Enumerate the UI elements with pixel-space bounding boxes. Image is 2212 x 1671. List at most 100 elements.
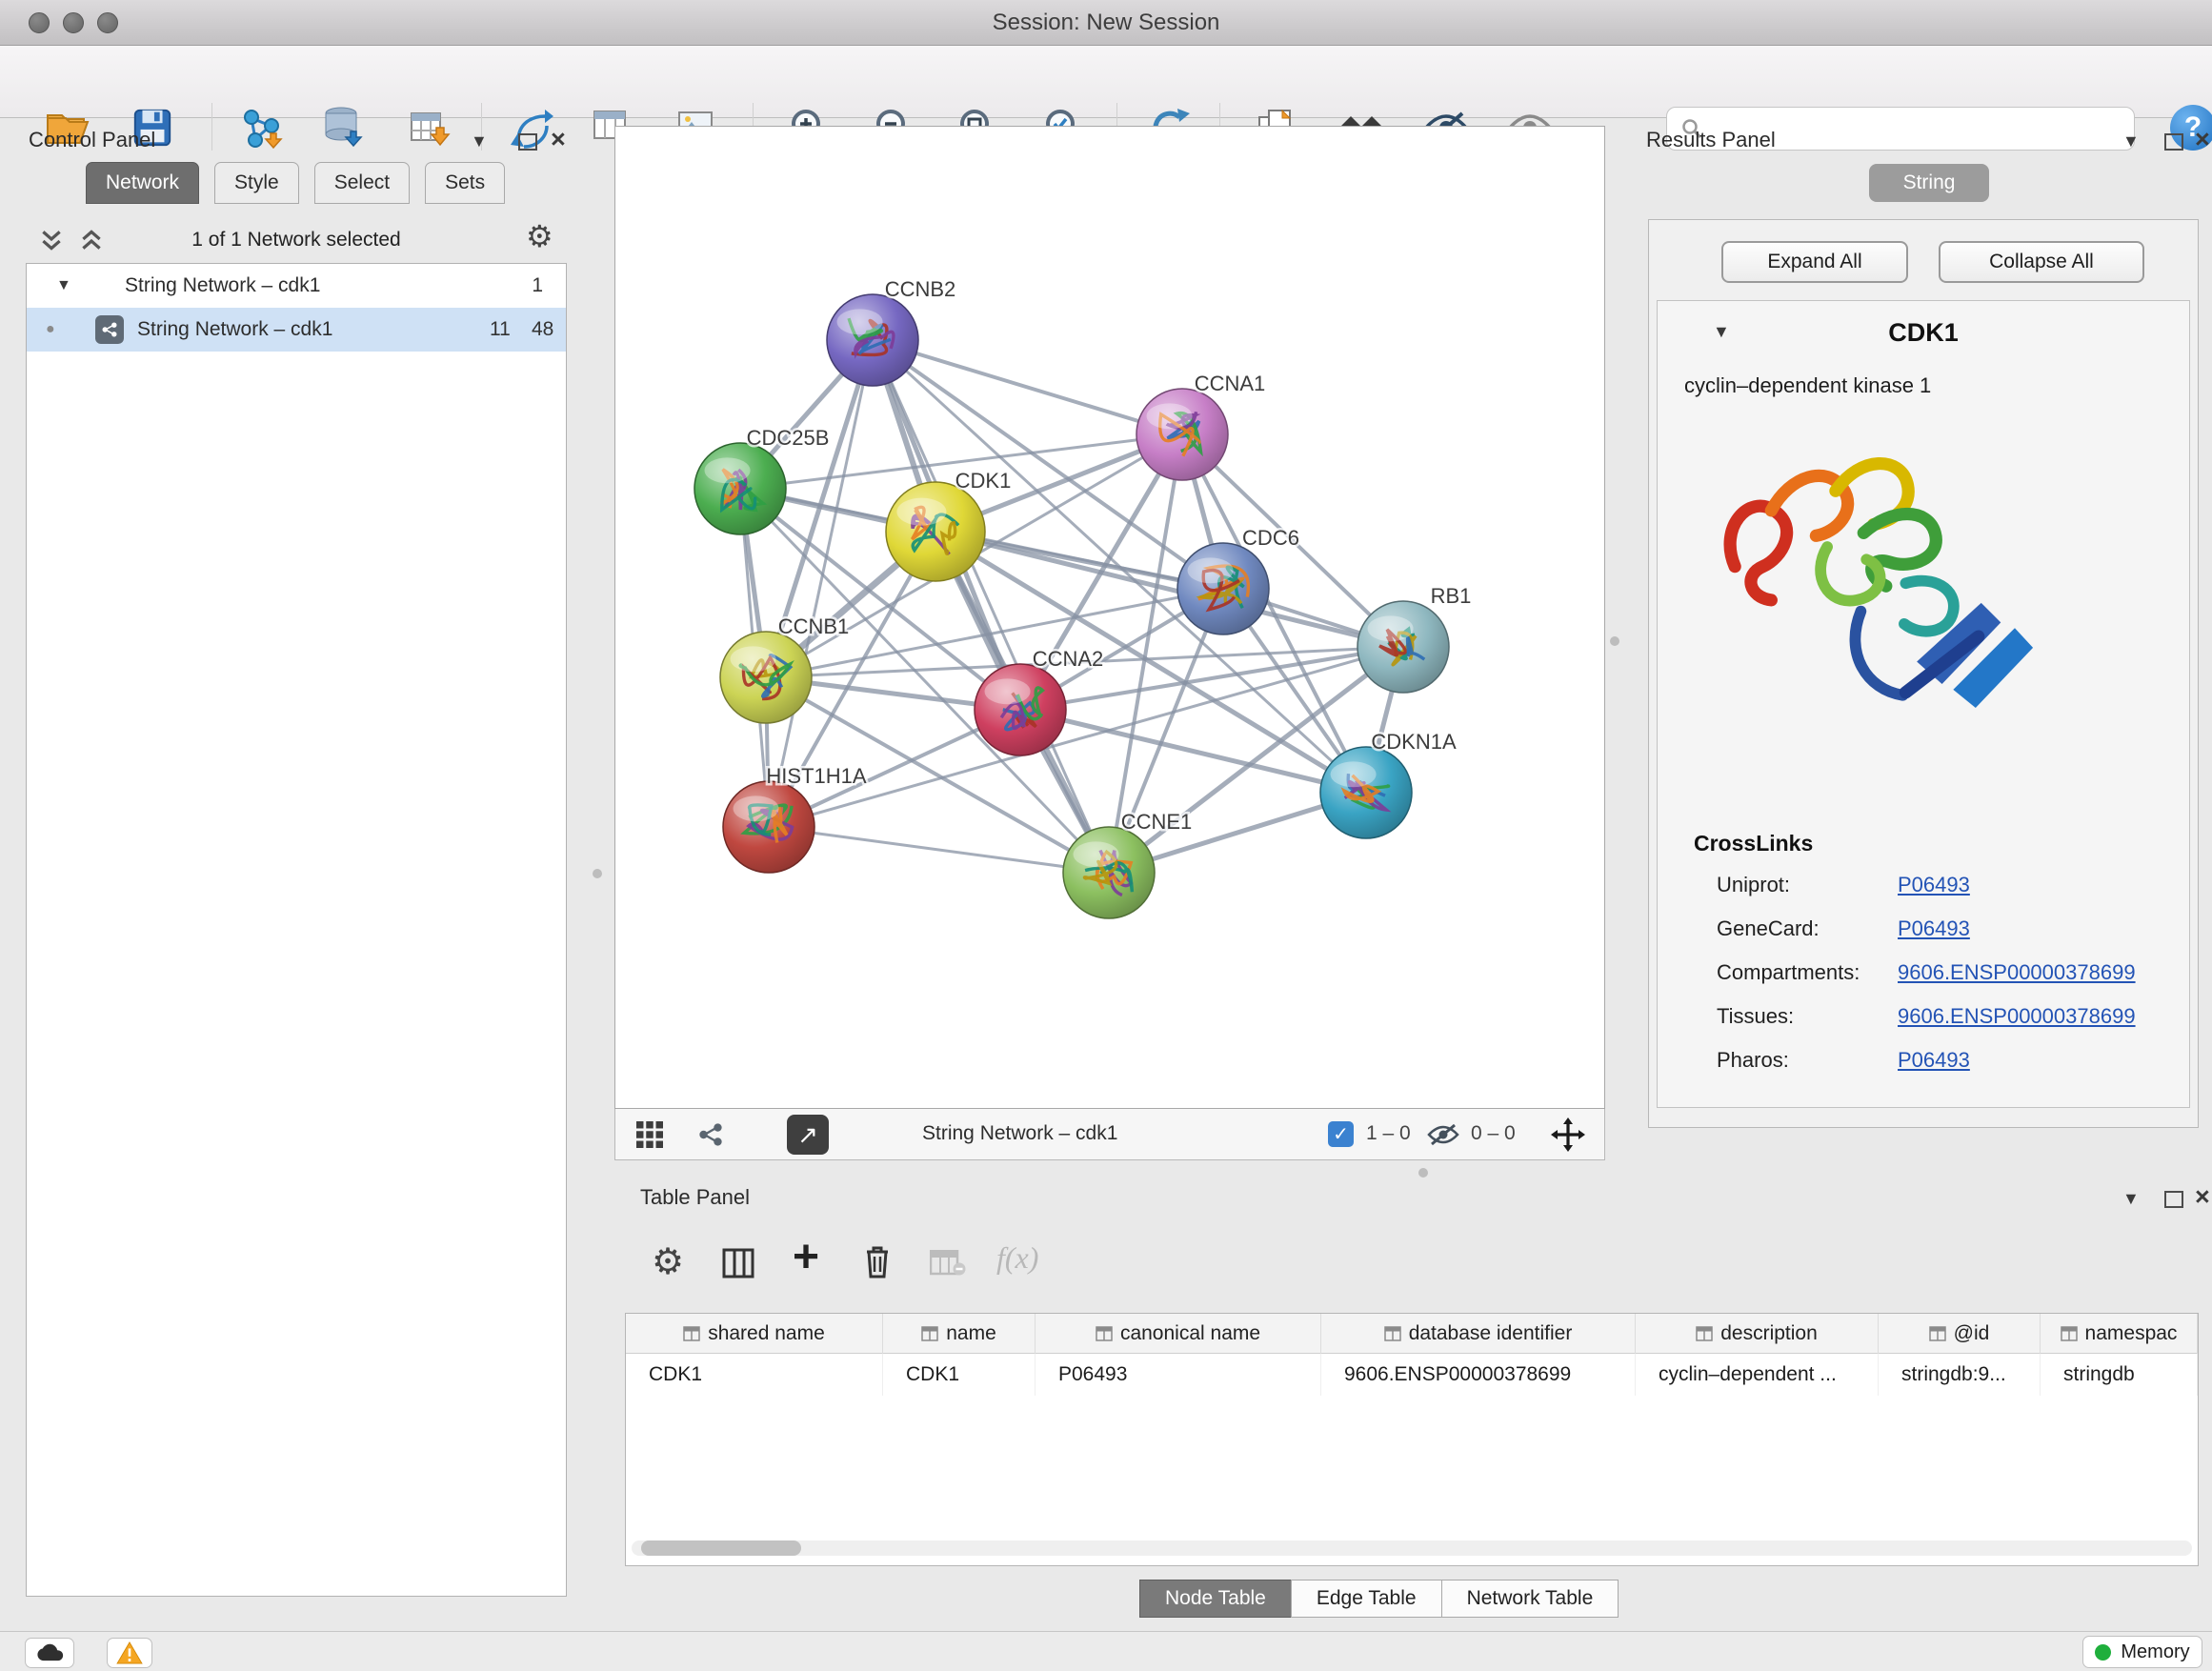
grid-view-icon[interactable]: [636, 1121, 663, 1153]
network-view-canvas[interactable]: CCNB2CCNA1CDC25BCDK1CDC6RB1CCNB1CCNA2CDK…: [614, 126, 1605, 1109]
crosslink-label: Pharos:: [1717, 1048, 1789, 1073]
crosslink-value-link[interactable]: 9606.ENSP00000378699: [1898, 1004, 2136, 1029]
tab-network[interactable]: Network: [86, 162, 199, 204]
network-node-CCNB1[interactable]: [720, 632, 812, 723]
node-label-CCNB1: CCNB1: [778, 614, 850, 638]
column-header-description[interactable]: description: [1636, 1314, 1879, 1354]
control-panel-float-icon[interactable]: [518, 133, 537, 155]
tab-string[interactable]: String: [1869, 164, 1989, 202]
crosslink-value-link[interactable]: P06493: [1898, 873, 1970, 897]
selected-checkbox-icon[interactable]: ✓: [1328, 1121, 1354, 1147]
network-node-CCNA1[interactable]: [1136, 389, 1228, 480]
tab-node-table[interactable]: Node Table: [1139, 1580, 1292, 1618]
network-collection-row[interactable]: ▼ String Network – cdk1 1: [27, 264, 566, 308]
table-panel-close-icon[interactable]: ×: [2195, 1187, 2210, 1206]
network-node-CDC6[interactable]: [1177, 543, 1269, 634]
delete-column-trash-icon[interactable]: [863, 1244, 892, 1283]
table-cell[interactable]: CDK1: [626, 1354, 883, 1396]
table-cell[interactable]: CDK1: [883, 1354, 1036, 1396]
control-panel-tabs: Network Style Select Sets: [86, 162, 520, 204]
table-row[interactable]: CDK1CDK1P064939606.ENSP00000378699cyclin…: [626, 1354, 2198, 1396]
tab-sets[interactable]: Sets: [425, 162, 505, 204]
table-panel-float-icon[interactable]: [2164, 1191, 2183, 1213]
control-panel-menu-icon[interactable]: ▼: [471, 131, 488, 151]
warning-icon[interactable]: [107, 1638, 152, 1668]
column-header-name[interactable]: name: [883, 1314, 1036, 1354]
table-horizontal-scrollbar[interactable]: [632, 1540, 2192, 1556]
pan-crosshair-icon[interactable]: [1551, 1117, 1585, 1157]
column-icon: [1384, 1326, 1401, 1341]
crosslink-row: Pharos: P06493: [1658, 1048, 2191, 1092]
crosslink-value-link[interactable]: P06493: [1898, 1048, 1970, 1073]
network-node-CCNA2[interactable]: [975, 664, 1066, 755]
add-column-icon[interactable]: +: [793, 1231, 819, 1283]
network-node-RB1[interactable]: [1357, 601, 1449, 693]
table-cell[interactable]: P06493: [1036, 1354, 1321, 1396]
network-row-selected[interactable]: ● String Network – cdk1 11 48: [27, 308, 566, 352]
network-node-CDK1[interactable]: [886, 482, 985, 581]
tree-expander-icon[interactable]: ▼: [56, 277, 71, 294]
network-node-CDKN1A[interactable]: [1320, 747, 1412, 838]
crosslink-value-link[interactable]: P06493: [1898, 916, 1970, 941]
network-edge-CCNB2-HIST1H1A[interactable]: [769, 340, 873, 827]
import-network-database-icon[interactable]: [316, 101, 370, 154]
tab-select[interactable]: Select: [314, 162, 410, 204]
node-label-CCNB2: CCNB2: [885, 277, 956, 301]
title-bar: Session: New Session: [0, 0, 2212, 46]
column-header--id[interactable]: @id: [1879, 1314, 2041, 1354]
network-edge-CCNA2-CDKN1A[interactable]: [1020, 710, 1366, 793]
column-header-shared-name[interactable]: shared name: [626, 1314, 883, 1354]
import-table-icon[interactable]: [403, 101, 456, 154]
network-share-icon[interactable]: [697, 1121, 724, 1153]
network-node-HIST1H1A[interactable]: [723, 781, 814, 873]
memory-button[interactable]: Memory: [2082, 1636, 2202, 1668]
open-in-new-window-icon[interactable]: ↗: [787, 1115, 829, 1155]
right-splitter-handle[interactable]: [1610, 636, 1619, 646]
left-splitter-handle[interactable]: [593, 869, 602, 878]
collapse-all-button[interactable]: Collapse All: [1939, 241, 2144, 283]
bottom-splitter-handle[interactable]: [1418, 1168, 1428, 1178]
crosslink-label: Tissues:: [1717, 1004, 1794, 1029]
network-edge-HIST1H1A-CCNE1[interactable]: [769, 827, 1109, 873]
scrollbar-thumb[interactable]: [641, 1540, 801, 1556]
tab-edge-table[interactable]: Edge Table: [1291, 1580, 1442, 1618]
table-panel-title: Table Panel: [640, 1185, 750, 1210]
tab-style[interactable]: Style: [214, 162, 299, 204]
results-panel-title: Results Panel: [1646, 128, 1776, 152]
network-options-gear-icon[interactable]: ⚙: [526, 221, 553, 252]
show-columns-icon[interactable]: [722, 1248, 754, 1283]
table-panel-menu-icon[interactable]: ▼: [2122, 1189, 2140, 1209]
node-table: shared namenamecanonical namedatabase id…: [625, 1313, 2199, 1566]
window-title: Session: New Session: [0, 0, 2212, 46]
table-options-gear-icon[interactable]: ⚙: [652, 1244, 684, 1280]
table-cell[interactable]: cyclin–dependent ...: [1636, 1354, 1879, 1396]
column-header-namespac[interactable]: namespac: [2041, 1314, 2198, 1354]
network-edge-CCNB2-CCNA1[interactable]: [873, 340, 1182, 434]
table-cell[interactable]: 9606.ENSP00000378699: [1321, 1354, 1636, 1396]
table-cell[interactable]: stringdb: [2041, 1354, 2198, 1396]
network-node-count: 11: [490, 318, 511, 341]
cloud-icon[interactable]: [25, 1638, 74, 1668]
import-network-file-icon[interactable]: [234, 101, 288, 154]
column-icon: [683, 1326, 700, 1341]
results-panel-float-icon[interactable]: [2164, 133, 2183, 155]
column-header-database-identifier[interactable]: database identifier: [1321, 1314, 1636, 1354]
results-panel-close-icon[interactable]: ×: [2195, 130, 2210, 149]
network-node-CDC25B[interactable]: [694, 443, 786, 534]
table-cell[interactable]: stringdb:9...: [1879, 1354, 2041, 1396]
control-panel-close-icon[interactable]: ×: [551, 130, 566, 149]
network-edge-CCNB2-CCNE1[interactable]: [873, 340, 1109, 873]
crosslink-row: GeneCard: P06493: [1658, 916, 2191, 960]
crosslink-label: GeneCard:: [1717, 916, 1820, 941]
network-node-CCNB2[interactable]: [827, 294, 918, 386]
node-label-CDC25B: CDC25B: [747, 426, 830, 450]
hidden-eye-slash-icon[interactable]: [1427, 1123, 1459, 1151]
node-label-CCNE1: CCNE1: [1121, 810, 1193, 834]
crosslink-value-link[interactable]: 9606.ENSP00000378699: [1898, 960, 2136, 985]
network-collection-label: String Network – cdk1: [125, 274, 320, 297]
column-header-canonical-name[interactable]: canonical name: [1036, 1314, 1321, 1354]
tab-network-table[interactable]: Network Table: [1441, 1580, 1619, 1618]
results-panel-menu-icon[interactable]: ▼: [2122, 131, 2140, 151]
expand-all-button[interactable]: Expand All: [1721, 241, 1908, 283]
network-node-CCNE1[interactable]: [1063, 827, 1155, 918]
